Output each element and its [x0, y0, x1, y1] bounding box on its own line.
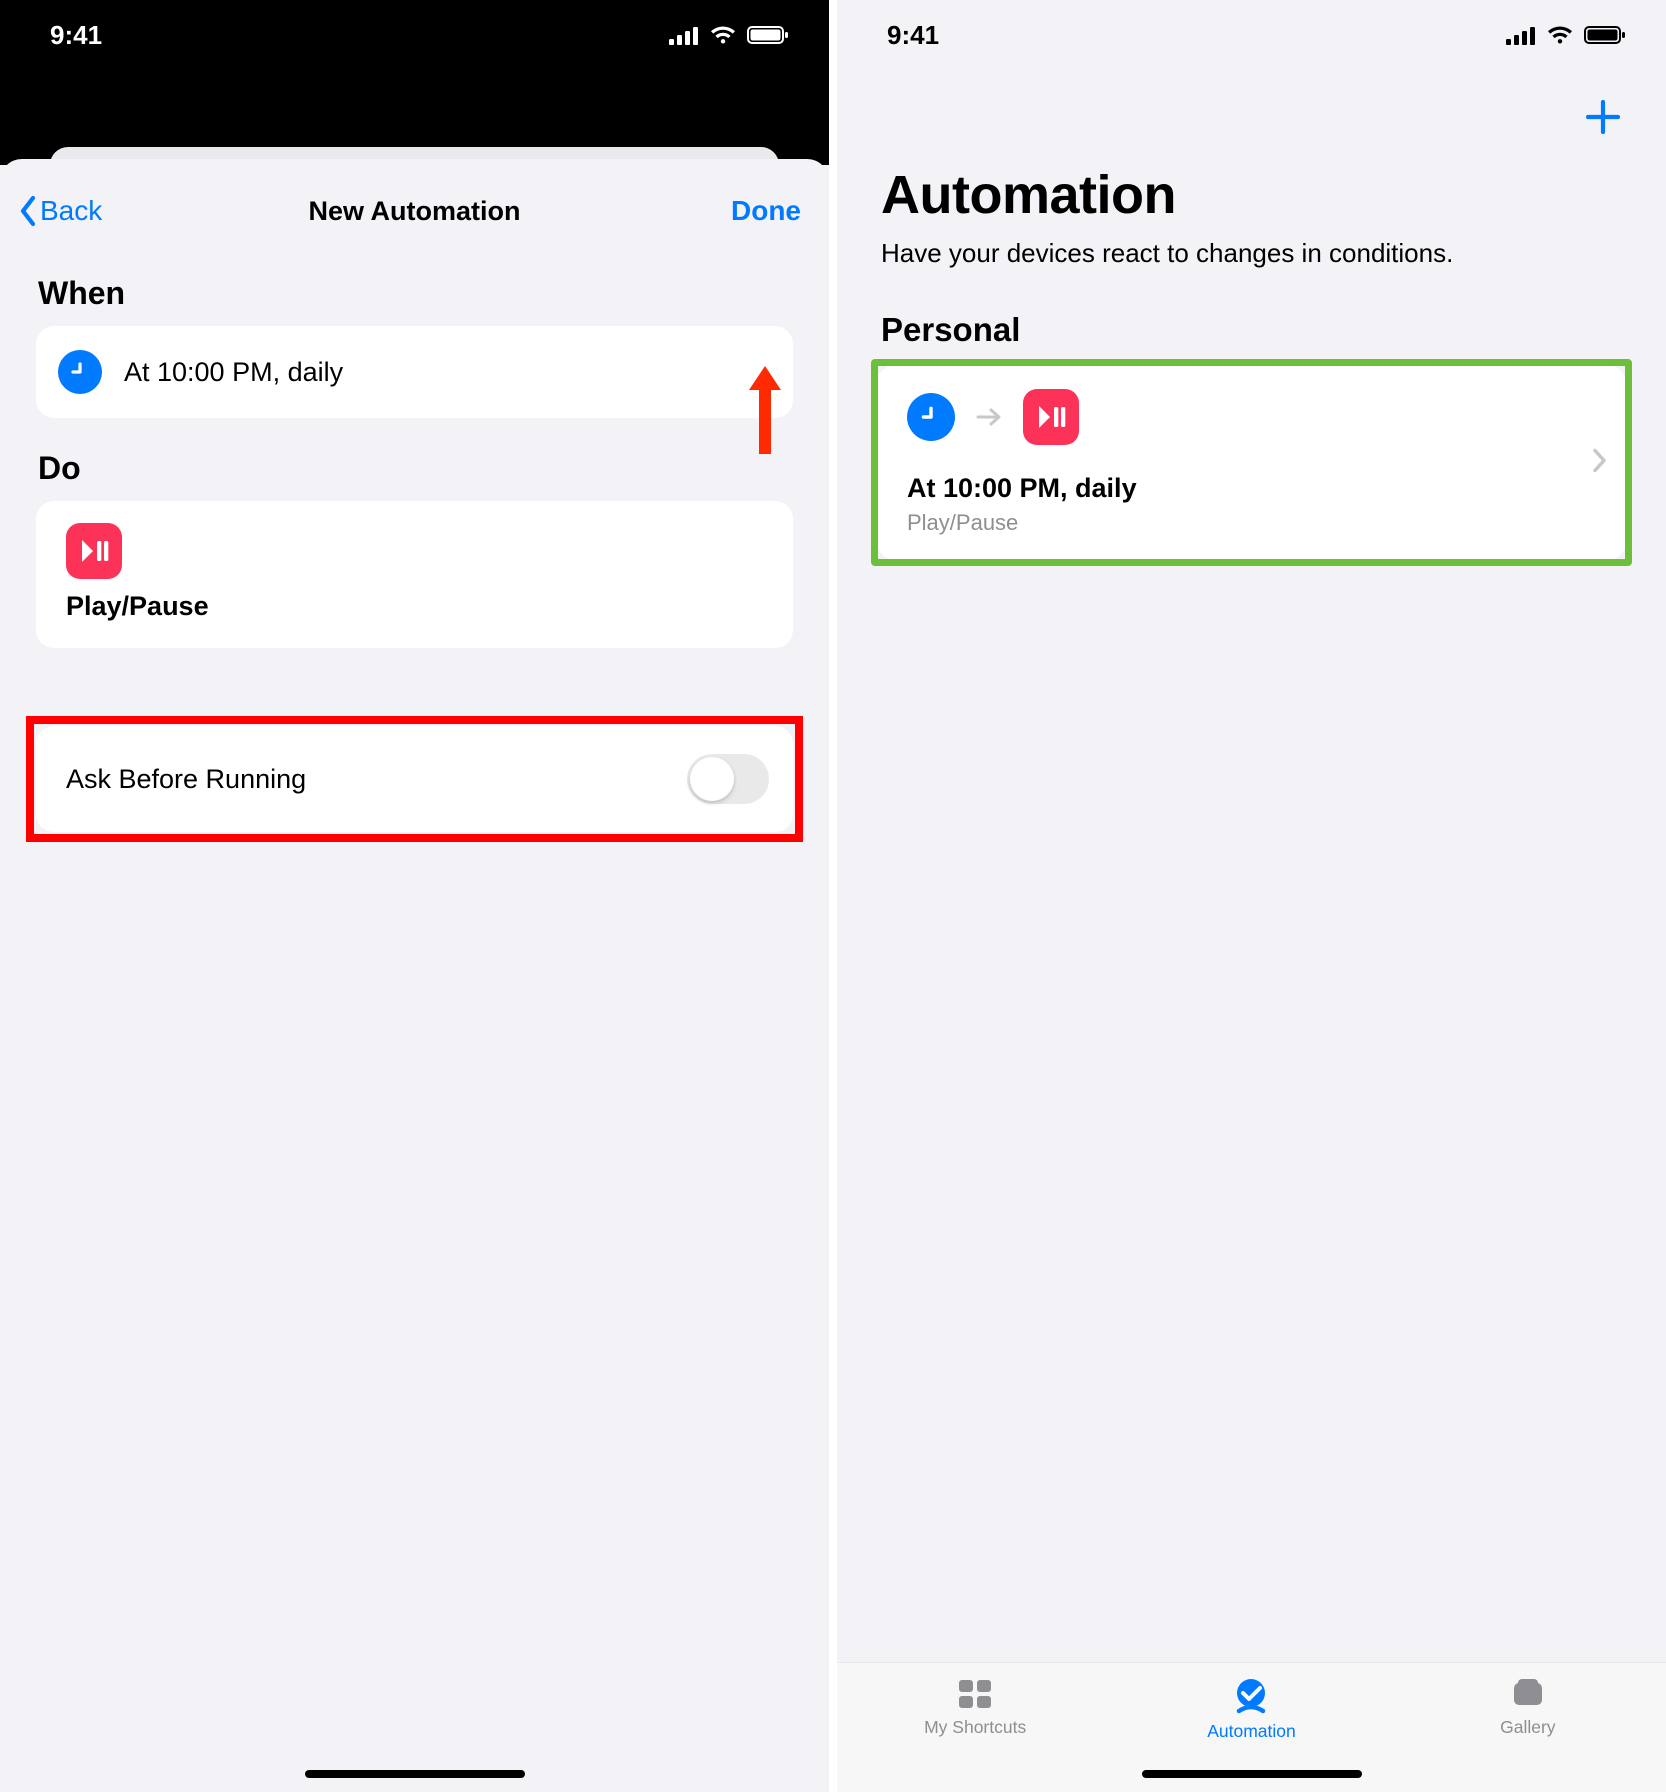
cellular-icon: [1506, 25, 1536, 45]
automation-item[interactable]: At 10:00 PM, daily Play/Pause: [877, 365, 1626, 560]
play-pause-icon: [66, 523, 122, 579]
done-button[interactable]: Done: [731, 195, 801, 227]
status-icons: [669, 25, 789, 45]
ask-before-running-toggle[interactable]: [687, 754, 769, 804]
cellular-icon: [669, 25, 699, 45]
page-subtitle: Have your devices react to changes in co…: [837, 226, 1597, 271]
arrow-right-icon: [975, 406, 1003, 428]
wifi-icon: [709, 25, 737, 45]
when-trigger-text: At 10:00 PM, daily: [124, 357, 343, 388]
page-title: Automation: [837, 136, 1666, 226]
personal-section-label: Personal: [837, 271, 1666, 365]
tab-label: Automation: [1207, 1721, 1296, 1742]
nav-bar: Back New Automation Done: [0, 165, 829, 243]
wifi-icon: [1546, 25, 1574, 45]
tab-gallery[interactable]: Gallery: [1391, 1677, 1665, 1738]
plus-icon: [1584, 98, 1622, 136]
ask-before-running-label: Ask Before Running: [66, 764, 306, 795]
battery-icon: [747, 25, 789, 45]
clock-icon: [58, 350, 102, 394]
home-indicator[interactable]: [305, 1770, 525, 1778]
new-automation-sheet: Back New Automation Done When At 10:00 P: [0, 159, 829, 1792]
automation-icon: [1228, 1677, 1274, 1715]
tab-automation[interactable]: Automation: [1115, 1677, 1389, 1742]
status-icons: [1506, 25, 1626, 45]
automation-item-subtitle: Play/Pause: [907, 510, 1610, 536]
status-time: 9:41: [50, 20, 102, 51]
when-section-label: When: [0, 243, 829, 326]
sheet-background-peek: [0, 70, 829, 165]
do-action-text: Play/Pause: [66, 591, 771, 622]
back-button[interactable]: Back: [18, 195, 102, 227]
right-screenshot: 9:41: [833, 0, 1666, 1792]
tab-my-shortcuts[interactable]: My Shortcuts: [838, 1677, 1112, 1738]
play-pause-icon: [1023, 389, 1079, 445]
home-indicator[interactable]: [1142, 1770, 1362, 1778]
nav-title: New Automation: [309, 196, 521, 227]
left-screenshot: 9:41: [0, 0, 833, 1792]
chevron-right-icon: [1592, 447, 1608, 473]
ask-before-running-container: Ask Before Running: [36, 726, 793, 832]
status-time: 9:41: [887, 20, 939, 51]
shortcuts-icon: [955, 1677, 995, 1711]
status-bar: 9:41: [837, 0, 1666, 70]
clock-icon: [907, 393, 955, 441]
back-label: Back: [40, 195, 102, 227]
do-section-label: Do: [0, 418, 829, 501]
battery-icon: [1584, 25, 1626, 45]
do-action-row[interactable]: Play/Pause: [36, 501, 793, 648]
add-automation-button[interactable]: [837, 70, 1666, 136]
tab-label: Gallery: [1500, 1717, 1555, 1738]
tab-label: My Shortcuts: [924, 1717, 1026, 1738]
chevron-left-icon: [18, 195, 38, 227]
ask-before-running-row[interactable]: Ask Before Running: [36, 726, 793, 832]
status-bar: 9:41: [0, 0, 829, 70]
automation-item-title: At 10:00 PM, daily: [907, 473, 1610, 504]
gallery-icon: [1508, 1677, 1548, 1711]
when-trigger-row[interactable]: At 10:00 PM, daily: [36, 326, 793, 418]
